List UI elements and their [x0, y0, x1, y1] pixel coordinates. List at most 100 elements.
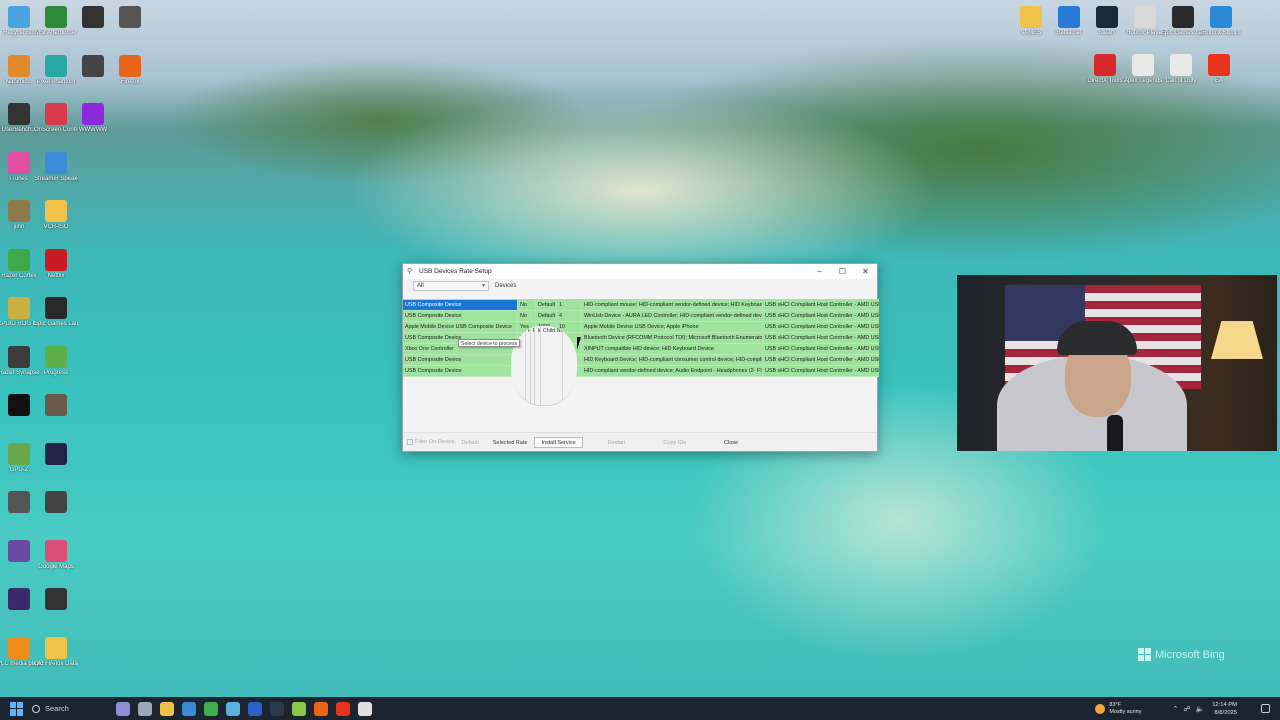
desktop-icon[interactable]: Google Maps: [37, 538, 75, 586]
table-cell[interactable]: USB Composite Device: [403, 300, 518, 310]
desktop-icon[interactable]: VLC media player: [0, 635, 41, 683]
desktop-icon[interactable]: VAMES: [1012, 4, 1050, 52]
column-header[interactable]: Child Name(s): [541, 326, 563, 405]
table-cell[interactable]: Default: [536, 311, 557, 321]
desktop-icon[interactable]: [0, 489, 38, 537]
firefox-icon[interactable]: [314, 701, 328, 716]
table-cell[interactable]: USB xHCI Compliant Host Controller - AMD…: [763, 322, 879, 332]
maximize-icon[interactable]: ☐: [831, 267, 854, 276]
filter-on-device-checkbox[interactable]: [407, 439, 413, 445]
table-cell[interactable]: USB Composite Device: [403, 366, 518, 376]
table-row[interactable]: USB Composite DeviceYes100016HID-complia…: [403, 366, 879, 377]
table-cell[interactable]: Default: [536, 300, 557, 310]
desktop-icon[interactable]: [74, 53, 112, 101]
table-cell[interactable]: Apple Mobile Device USB Composite Device: [403, 322, 518, 332]
desktop-icon[interactable]: [37, 489, 75, 537]
table-cell[interactable]: XINPUT compatible HID device; HID Keyboa…: [582, 344, 763, 354]
volume-icon[interactable]: 🔈: [1195, 705, 1204, 713]
desktop-icon[interactable]: jiinn: [0, 198, 38, 246]
table-row[interactable]: USB Composite Device No Default 4 WinUsb Dev…: [403, 311, 879, 322]
table-cell[interactable]: USB xHCI Compliant Host Controller - AMD…: [763, 333, 879, 343]
copilot-icon[interactable]: [116, 701, 130, 716]
table-cell[interactable]: USB Composite Device: [403, 355, 518, 365]
desktop-icon[interactable]: WWWWW: [74, 101, 112, 149]
usb-icon[interactable]: [358, 701, 372, 716]
desktop-icon[interactable]: Razer Cortex: [0, 247, 38, 295]
gamepad-icon[interactable]: [292, 701, 306, 716]
store-icon[interactable]: [182, 701, 196, 716]
desktop-icon[interactable]: Roblox Player: [1126, 4, 1164, 52]
table-cell[interactable]: Apple Mobile Device USB Device; Apple iP…: [582, 322, 763, 332]
notepad-icon[interactable]: [226, 701, 240, 716]
desktop-icon[interactable]: [0, 538, 38, 586]
table-cell[interactable]: USB xHCI Compliant Host Controller - AMD…: [763, 344, 879, 354]
desktop-icon[interactable]: Razer Synapse: [0, 344, 40, 392]
desktop-icon[interactable]: Pixel Phantom: [37, 53, 75, 101]
install-service-button[interactable]: Install Service: [534, 436, 583, 448]
table-cell[interactable]: USB xHCI Compliant Host Controller - AMD…: [763, 300, 879, 310]
desktop-icon[interactable]: Epic Games Launcher: [1161, 4, 1205, 52]
desktop-icon[interactable]: VCR-ISO: [37, 198, 75, 246]
table-cell[interactable]: USB xHCI Compliant Host Controller - AMD…: [763, 355, 879, 365]
selected-rate-button[interactable]: Selected Rate: [486, 437, 535, 448]
desktop-icon[interactable]: [0, 392, 38, 440]
file-explorer-icon[interactable]: [160, 701, 174, 716]
weather-widget[interactable]: 83°F Mostly sunny: [1095, 702, 1142, 716]
table-cell[interactable]: HID-compliant mouse; HID-compliant vendo…: [582, 300, 763, 310]
notification-icon[interactable]: [1261, 704, 1270, 713]
desktop-icon[interactable]: [74, 4, 112, 52]
close-button[interactable]: Close: [717, 437, 745, 448]
desktop-icon[interactable]: CPUID ROG CPU-Z: [0, 295, 41, 343]
desktop-icon[interactable]: Nahimic...: [0, 53, 38, 101]
desktop-icon[interactable]: EA: [1200, 52, 1238, 100]
desktop-icon[interactable]: OnScreen Control: [34, 101, 78, 149]
chevron-up-icon[interactable]: ⌃: [1173, 705, 1179, 713]
table-cell[interactable]: 4: [557, 311, 582, 321]
desktop-icon[interactable]: GPU-Z: [0, 441, 38, 489]
table-cell[interactable]: No: [518, 311, 536, 321]
teams-icon[interactable]: [248, 701, 262, 716]
table-cell[interactable]: USB xHCI Compliant Host Controller - AMD…: [763, 311, 879, 321]
windows-start-icon[interactable]: [10, 701, 24, 716]
desktop-icon[interactable]: Call of Duty: [1162, 52, 1200, 100]
desktop-icon[interactable]: Roblox Studio: [1202, 4, 1240, 52]
desktop-icon[interactable]: iTunes: [0, 150, 38, 198]
record-icon[interactable]: [336, 701, 350, 716]
table-row[interactable]: USB Composite Device No Default 1 HID-compli…: [403, 300, 879, 311]
table-cell[interactable]: No: [518, 300, 536, 310]
steam-icon[interactable]: [270, 701, 284, 716]
table-cell[interactable]: USB Composite Device: [403, 311, 518, 321]
clock[interactable]: 12:14 PM 8/8/2025: [1212, 701, 1237, 717]
desktop-icon[interactable]: Epic Games Launcher: [34, 295, 78, 343]
device-filter-select[interactable]: All ▼: [413, 281, 489, 291]
desktop-icon[interactable]: Netflix: [37, 247, 75, 295]
table-row[interactable]: Apple Mobile Device USB Composite Device…: [403, 322, 879, 333]
network-icon[interactable]: ☍: [1183, 705, 1190, 713]
desktop-icon[interactable]: Steam: [1088, 4, 1126, 52]
desktop-icon[interactable]: Apex Legends: [1124, 52, 1162, 100]
desktop-icon[interactable]: Progress: [37, 344, 75, 392]
restart-button[interactable]: Restart: [601, 437, 633, 448]
desktop-icon[interactable]: [0, 586, 38, 634]
table-cell[interactable]: WinUsb Device - AURA LED Controller; HID…: [582, 311, 763, 321]
table-cell[interactable]: 1: [557, 300, 582, 310]
task-view-icon[interactable]: [138, 701, 152, 716]
desktop-icon[interactable]: [37, 392, 75, 440]
desktop-icon[interactable]: Battle.net: [1050, 4, 1088, 52]
taskbar-search[interactable]: Search: [32, 700, 108, 718]
desktop-icon[interactable]: [37, 586, 75, 634]
table-cell[interactable]: Bluetooth Device (RFCOMM Protocol TDI); …: [582, 333, 763, 343]
xbox-icon[interactable]: [204, 701, 218, 716]
desktop-icon[interactable]: [37, 441, 75, 489]
rate-select[interactable]: Default: [454, 437, 485, 448]
close-icon[interactable]: ✕: [854, 267, 877, 276]
desktop-icon[interactable]: Recycle Bin: [0, 4, 38, 52]
table-row[interactable]: USB Composite DeviceNoDefault10HID Keybo…: [403, 355, 879, 366]
table-cell[interactable]: HID-compliant vendor-defined device; Aud…: [582, 366, 763, 376]
desktop-icon[interactable]: Old Firefox Data: [34, 635, 78, 683]
desktop-icon[interactable]: MSI Afterburner: [35, 4, 77, 52]
table-cell[interactable]: USB xHCI Compliant Host Controller - AMD…: [763, 366, 879, 376]
desktop-icon[interactable]: DirectX Tools: [1086, 52, 1124, 100]
copy-ids-button[interactable]: Copy IDs: [656, 437, 693, 448]
desktop-icon[interactable]: [111, 4, 149, 52]
